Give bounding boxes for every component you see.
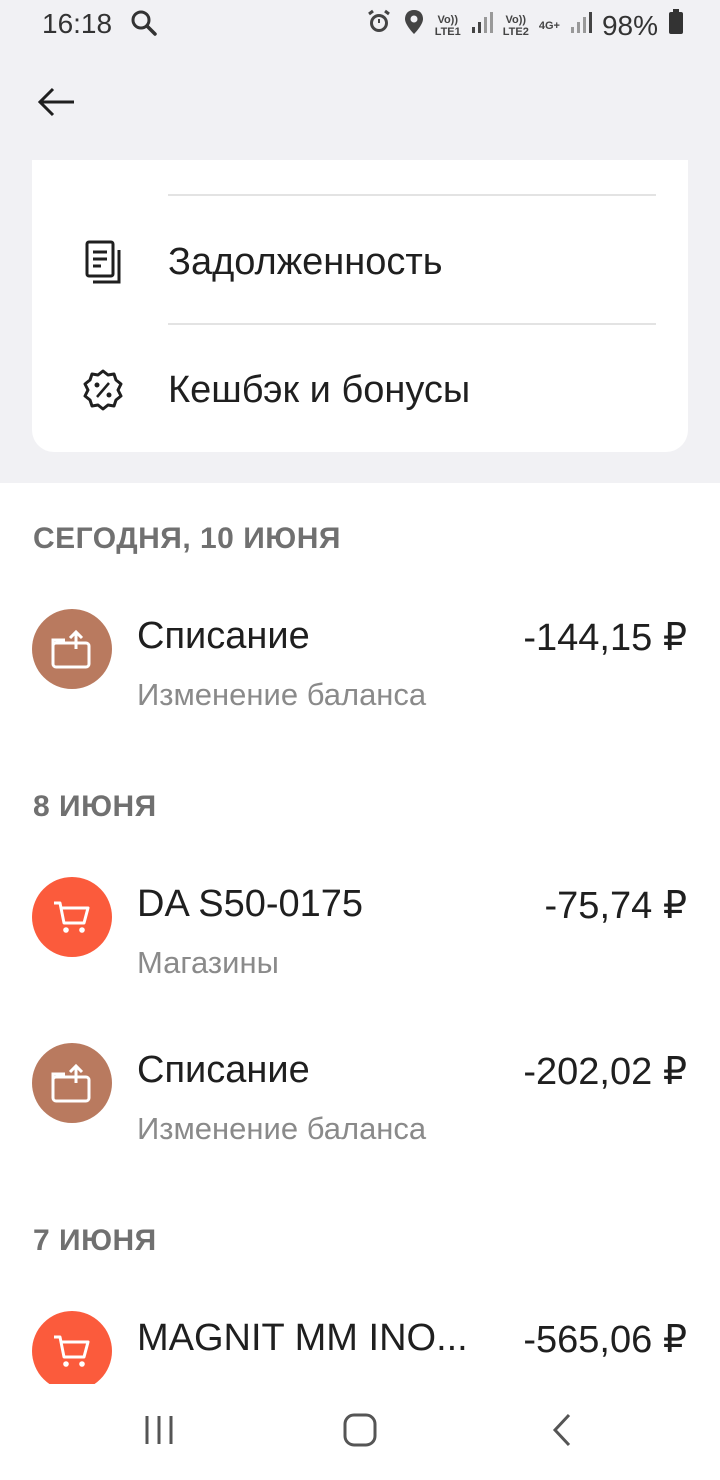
transaction-amount: -202,02 ₽ <box>523 1051 687 1093</box>
cart-icon <box>32 1311 112 1391</box>
search-icon <box>130 9 158 44</box>
status-icons: Vo)) LTE1 Vo)) LTE2 4G+ 98% <box>365 8 684 43</box>
document-icon <box>80 239 126 285</box>
transaction-row[interactable]: Списание Изменение баланса -202,02 ₽ <box>0 1043 720 1163</box>
account-menu-card: Задолженность Кешбэк и бонусы <box>32 160 688 452</box>
menu-item-cashback[interactable]: Кешбэк и бонусы <box>32 350 688 430</box>
signal-icon <box>570 10 592 42</box>
transaction-amount: -75,74 ₽ <box>544 885 687 927</box>
menu-item-label: Задолженность <box>168 240 443 283</box>
cart-icon <box>32 877 112 957</box>
percent-badge-icon <box>80 367 126 413</box>
sim1-label: Vo)) LTE1 <box>434 13 461 38</box>
chevron-left-icon <box>550 1412 574 1453</box>
location-icon <box>403 8 425 43</box>
home-button[interactable] <box>330 1408 390 1456</box>
back-button[interactable] <box>30 80 82 128</box>
menu-item-label: Кешбэк и бонусы <box>168 368 471 411</box>
status-time: 16:18 <box>42 8 113 39</box>
transaction-category: Изменение баланса <box>137 1111 427 1146</box>
divider <box>168 194 656 196</box>
recent-apps-icon <box>142 1414 176 1451</box>
transaction-amount: -144,15 ₽ <box>523 617 687 659</box>
alarm-icon <box>365 8 393 43</box>
home-icon <box>342 1412 378 1453</box>
date-header: СЕГОДНЯ, 10 ИЮНЯ <box>33 522 341 555</box>
date-header: 8 ИЮНЯ <box>33 790 157 823</box>
battery-icon <box>668 9 684 42</box>
transaction-row[interactable]: DA S50-0175 Магазины -75,74 ₽ <box>0 877 720 997</box>
signal-icon <box>471 10 493 42</box>
battery-percent: 98% <box>601 9 658 41</box>
network-type: 4G+ <box>538 19 560 32</box>
transaction-title: Списание <box>137 1049 310 1091</box>
wallet-upload-icon <box>32 1043 112 1123</box>
transaction-category: Магазины <box>137 945 279 980</box>
transaction-title: MAGNIT MM INO... <box>137 1317 468 1359</box>
system-back-button[interactable] <box>532 1408 592 1456</box>
wallet-upload-icon <box>32 609 112 689</box>
recent-apps-button[interactable] <box>129 1408 189 1456</box>
transaction-row[interactable]: Списание Изменение баланса -144,15 ₽ <box>0 609 720 729</box>
date-header: 7 ИЮНЯ <box>33 1224 157 1257</box>
divider <box>168 323 656 325</box>
system-nav-bar <box>0 1384 720 1480</box>
transaction-amount: -565,06 ₽ <box>523 1319 687 1361</box>
transaction-title: DA S50-0175 <box>137 883 364 925</box>
transaction-category: Изменение баланса <box>137 677 427 712</box>
transaction-title: Списание <box>137 615 310 657</box>
status-bar: 16:18 Vo)) LTE1 Vo)) LTE2 4G+ 98% <box>0 0 720 50</box>
menu-item-debt[interactable]: Задолженность <box>32 222 688 302</box>
sim2-label: Vo)) LTE2 <box>502 13 529 38</box>
arrow-left-icon <box>36 86 76 123</box>
